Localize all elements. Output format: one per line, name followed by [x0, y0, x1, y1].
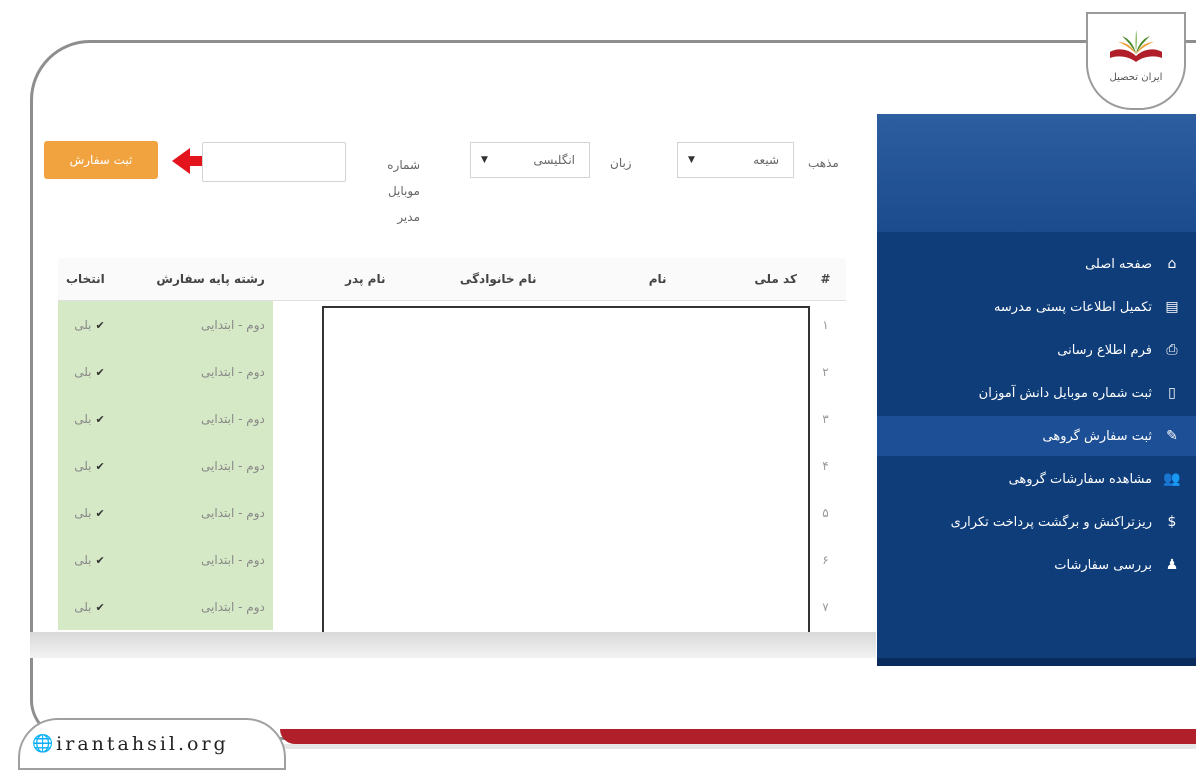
sidebar-item[interactable]: ⎙ فرم اطلاع رسانی — [877, 330, 1196, 370]
decorative-stripe — [280, 729, 1196, 744]
cell-select[interactable]: ✔ بلی — [58, 300, 113, 348]
cell-grade: دوم - ابتدایی — [112, 300, 273, 348]
select-label: بلی — [74, 364, 92, 379]
users-icon: 👥 — [1163, 471, 1181, 487]
column-header-father-name[interactable]: نام پدر — [272, 258, 394, 301]
column-header-last-name[interactable]: نام خانوادگی — [393, 258, 545, 301]
cell-select[interactable]: ✔ بلی — [58, 395, 113, 442]
cell-grade: دوم - ابتدایی — [112, 489, 273, 536]
sidebar-item-label: بررسی سفارشات — [1054, 557, 1152, 573]
sidebar-menu: ⌂ صفحه اصلی ▤ تکمیل اطلاعات پستی مدرسه ⎙ فرم … — [877, 244, 1196, 588]
row-index: ۵ — [822, 505, 829, 520]
select-label: بلی — [74, 599, 92, 614]
sidebar-item[interactable]: $ ریزتراکنش و برگشت پرداخت تکراری — [877, 502, 1196, 542]
sidebar-item-label: تکمیل اطلاعات پستی مدرسه — [993, 299, 1152, 315]
sidebar-item-label: فرم اطلاع رسانی — [1057, 342, 1152, 358]
cell-grade: دوم - ابتدایی — [112, 395, 273, 442]
cell-select[interactable]: ✔ بلی — [58, 442, 113, 489]
checkbox-checked-icon[interactable]: ✔ — [96, 319, 105, 332]
religion-label: مذهب — [808, 156, 839, 170]
select-label: بلی — [74, 317, 92, 332]
sidebar-item[interactable]: ▯ ثبت شماره موبایل دانش آموزان — [877, 373, 1196, 413]
checkbox-checked-icon[interactable]: ✔ — [96, 601, 105, 614]
site-url: irantahsil.org — [56, 733, 229, 755]
manager-mobile-input[interactable] — [202, 142, 346, 182]
checkbox-checked-icon[interactable]: ✔ — [96, 507, 105, 520]
row-index: ۳ — [822, 411, 829, 426]
cell-select[interactable]: ✔ بلی — [58, 583, 113, 630]
row-index: ۶ — [822, 552, 829, 567]
column-header-index: # — [804, 258, 846, 301]
sidebar-item[interactable]: ♟ بررسی سفارشات — [877, 545, 1196, 585]
sidebar: ⌂ صفحه اصلی ▤ تکمیل اطلاعات پستی مدرسه ⎙ فرم … — [877, 114, 1196, 666]
page-bottom-shadow — [30, 632, 876, 658]
column-header-first-name[interactable]: نام — [544, 258, 675, 301]
row-index: ۴ — [822, 458, 829, 473]
book-sprout-logo-icon — [1110, 30, 1162, 62]
id-card-icon: ▤ — [1165, 299, 1179, 315]
row-index: ۲ — [822, 364, 829, 379]
submit-order-button[interactable]: ثبت سفارش — [44, 141, 158, 179]
row-index: ۱ — [822, 317, 829, 332]
select-label: بلی — [74, 552, 92, 567]
checkbox-checked-icon[interactable]: ✔ — [96, 366, 105, 379]
dropdown-arrow-icon: ▼ — [481, 155, 488, 165]
sidebar-header — [877, 114, 1196, 232]
cell-grade: دوم - ابتدایی — [112, 536, 273, 583]
mobile-icon: ▯ — [1168, 385, 1176, 401]
checkbox-checked-icon[interactable]: ✔ — [96, 554, 105, 567]
irantahsil-logo-badge: ایران تحصیل — [1086, 12, 1186, 110]
religion-select-value: شیعه — [753, 153, 779, 167]
sidebar-item[interactable]: ⌂ صفحه اصلی — [877, 244, 1196, 284]
dropdown-arrow-icon: ▼ — [688, 155, 695, 165]
select-label: بلی — [74, 505, 92, 520]
dollar-icon: $ — [1167, 514, 1177, 530]
decorative-stripe-shadow — [280, 744, 1196, 749]
sidebar-item-label: ثبت شماره موبایل دانش آموزان — [978, 385, 1152, 401]
language-label: زبان — [610, 156, 632, 170]
sidebar-item-label: ریزتراکنش و برگشت پرداخت تکراری — [950, 514, 1152, 530]
logo-text: ایران تحصیل — [1109, 72, 1163, 83]
sidebar-item[interactable]: ▤ تکمیل اطلاعات پستی مدرسه — [877, 287, 1196, 327]
cell-grade: دوم - ابتدایی — [112, 442, 273, 489]
checkbox-checked-icon[interactable]: ✔ — [96, 413, 105, 426]
sidebar-item-label: صفحه اصلی — [1085, 256, 1152, 272]
manager-mobile-label: شماره موبایل مدیر — [387, 158, 420, 224]
select-label: بلی — [74, 458, 92, 473]
sidebar-item[interactable]: 👥 مشاهده سفارشات گروهی — [877, 459, 1196, 499]
column-header-grade[interactable]: رشته پایه سفارش — [112, 258, 273, 301]
language-select-value: انگلیسی — [533, 153, 575, 167]
user-icon: ♟ — [1165, 557, 1179, 573]
cell-select[interactable]: ✔ بلی — [58, 348, 113, 395]
sidebar-item-label: مشاهده سفارشات گروهی — [1008, 471, 1152, 487]
language-select[interactable]: انگلیسی ▼ — [470, 142, 590, 178]
sidebar-footer — [877, 658, 1196, 666]
select-label: بلی — [74, 411, 92, 426]
site-url-badge: 🌐 irantahsil.org — [18, 718, 286, 770]
home-icon: ⌂ — [1167, 256, 1177, 272]
cell-select[interactable]: ✔ بلی — [58, 536, 113, 583]
globe-icon: 🌐 — [32, 734, 54, 754]
checkbox-checked-icon[interactable]: ✔ — [96, 460, 105, 473]
cell-select[interactable]: ✔ بلی — [58, 489, 113, 536]
table-header-row: # کد ملی نام نام خانوادگی نام پدر رشته پ… — [58, 258, 846, 301]
cell-grade: دوم - ابتدایی — [112, 583, 273, 630]
column-header-select[interactable]: انتخاب — [58, 258, 113, 301]
row-index: ۷ — [822, 599, 829, 614]
sidebar-item-label: ثبت سفارش گروهی — [1042, 428, 1152, 444]
print-icon: ⎙ — [1166, 342, 1178, 358]
blurred-data-area — [322, 306, 810, 656]
religion-select[interactable]: شیعه ▼ — [677, 142, 794, 178]
sidebar-item[interactable]: ✎ ثبت سفارش گروهی — [877, 416, 1196, 456]
column-header-national-code[interactable]: کد ملی — [674, 258, 805, 301]
edit-icon: ✎ — [1166, 428, 1178, 444]
cell-grade: دوم - ابتدایی — [112, 348, 273, 395]
